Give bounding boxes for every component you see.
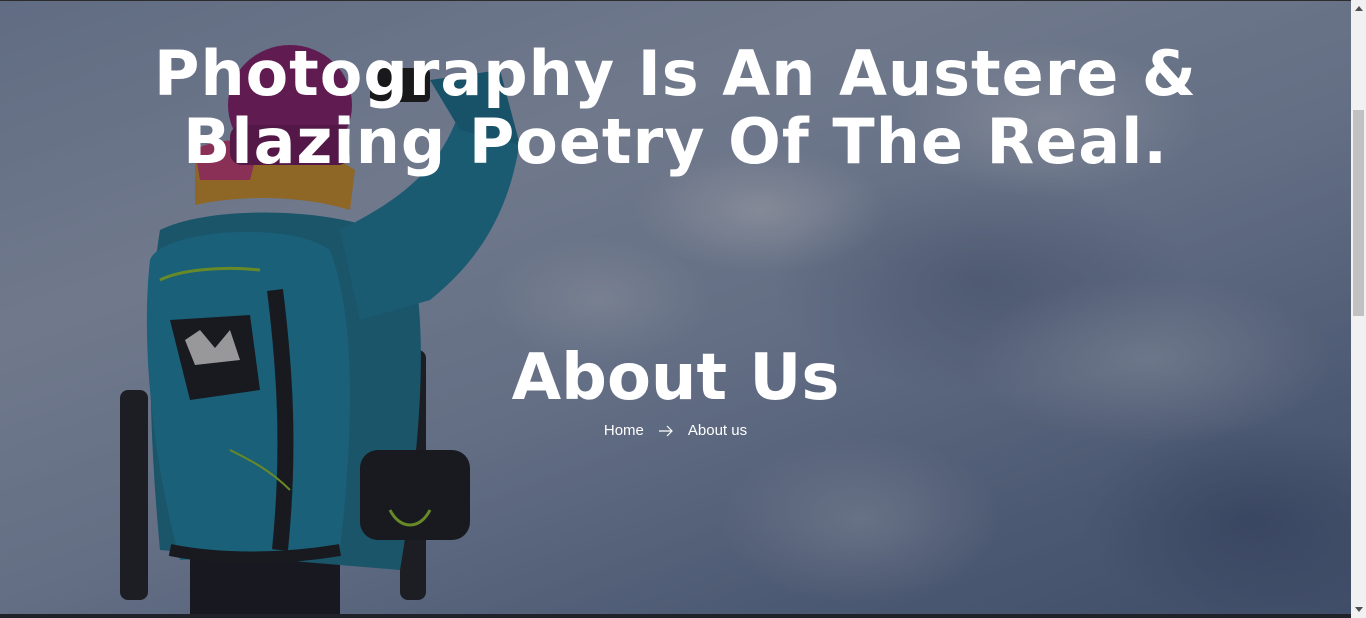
page-title: About Us [511, 341, 840, 415]
breadcrumb-current: About us [687, 422, 748, 439]
bottom-divider [0, 614, 1351, 618]
triangle-up-icon [1354, 6, 1363, 11]
breadcrumb-home-link[interactable]: Home [604, 422, 644, 439]
vertical-scrollbar[interactable] [1351, 0, 1366, 618]
hero-heading-block: Photography Is An Austere & Blazing Poet… [0, 40, 1351, 176]
hero-quote: Photography Is An Austere & Blazing Poet… [154, 37, 1197, 178]
scroll-down-button[interactable] [1351, 601, 1366, 618]
triangle-down-icon [1354, 607, 1363, 612]
page-title-block: About Us Home About us [0, 338, 1351, 439]
scrollbar-thumb[interactable] [1353, 110, 1364, 316]
scroll-up-button[interactable] [1351, 0, 1366, 17]
breadcrumb: Home About us [0, 422, 1351, 439]
hero-banner: Photography Is An Austere & Blazing Poet… [0, 0, 1351, 618]
arrow-right-icon [658, 425, 673, 436]
browser-viewport: Photography Is An Austere & Blazing Poet… [0, 0, 1366, 618]
